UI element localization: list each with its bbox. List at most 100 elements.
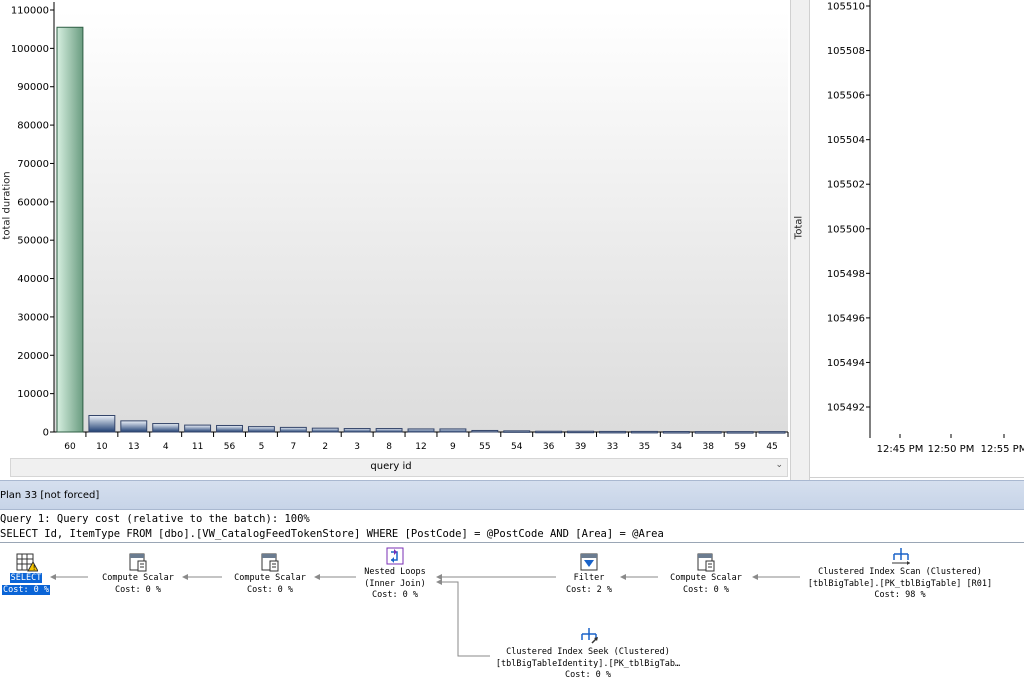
chevron-down-icon[interactable]: ⌄ bbox=[775, 460, 783, 470]
plan-summary-canvas[interactable]: 105492 105494 105496 105498 105500 105502 1055… bbox=[810, 0, 1024, 478]
svg-text:!: ! bbox=[32, 564, 36, 572]
y-tick-label: 105494 bbox=[827, 358, 865, 369]
bar-query-55 bbox=[471, 429, 499, 433]
y-tick-label: 105508 bbox=[827, 46, 865, 57]
bar-query-45 bbox=[758, 431, 786, 434]
y-tick-label: 10000 bbox=[17, 389, 49, 400]
chart-splitter[interactable]: Total bbox=[790, 0, 810, 480]
bar-query-56 bbox=[216, 424, 243, 433]
plan-op-name: SELECT bbox=[9, 573, 43, 583]
bar-query-4 bbox=[152, 423, 180, 433]
top-resource-consumers-chart[interactable]: 0 10000 20000 30000 40000 50000 60000 70000 8000… bbox=[0, 0, 790, 480]
plan-op-name: Nested Loops bbox=[364, 567, 426, 577]
query-cost-line: Query 1: Query cost (relative to the bat… bbox=[0, 513, 310, 525]
bar-query-3 bbox=[343, 428, 371, 433]
y-tick-label: 100000 bbox=[11, 44, 49, 55]
plan-op-clustered-index-seek[interactable]: Clustered Index Seek (Clustered) [tblBig… bbox=[478, 626, 698, 682]
y-tick-label: 50000 bbox=[17, 236, 49, 247]
plot-background bbox=[54, 10, 788, 432]
y-tick-label: 30000 bbox=[17, 312, 49, 323]
bar-query-38 bbox=[694, 431, 722, 434]
plan-op-cost: Cost: 0 % bbox=[371, 590, 419, 600]
x-tick-label: 36 bbox=[543, 442, 555, 452]
plan-op-name: Compute Scalar bbox=[234, 573, 306, 583]
plan-op-subtitle: [tblBigTableIdentity].[PK_tblBigTab… bbox=[495, 658, 681, 669]
x-tick-label: 12:45 PM bbox=[877, 444, 924, 455]
y-tick-label: 40000 bbox=[17, 274, 49, 285]
plan-op-subtitle: (Inner Join) bbox=[364, 578, 426, 589]
plan-op-clustered-index-scan[interactable]: Clustered Index Scan (Clustered) [tblBig… bbox=[792, 546, 1008, 602]
bar-query-12 bbox=[407, 428, 435, 433]
y-tick-label: 105498 bbox=[827, 269, 865, 280]
y-tick-label: 105506 bbox=[827, 91, 865, 102]
bar-query-5 bbox=[247, 426, 275, 433]
plan-op-compute-scalar-1[interactable]: Compute Scalar Cost: 0 % bbox=[92, 552, 184, 596]
x-tick-label: 12:50 PM bbox=[928, 444, 975, 455]
filter-icon bbox=[579, 552, 599, 572]
x-tick-label: 10 bbox=[96, 442, 108, 452]
plan-op-cost: Cost: 0 % bbox=[246, 584, 294, 595]
y-tick-label: 20000 bbox=[17, 351, 49, 362]
x-tick-label: 12:55 PM bbox=[981, 444, 1024, 455]
y-tick-label: 70000 bbox=[17, 159, 49, 170]
plan-op-cost: Cost: 0 % bbox=[114, 584, 162, 595]
y-tick-label: 60000 bbox=[17, 197, 49, 208]
plan-op-select[interactable]: ! SELECT Cost: 0 % bbox=[0, 552, 52, 596]
plan-op-name: Filter bbox=[573, 573, 605, 583]
x-tick-label: 38 bbox=[702, 442, 714, 452]
query-store-window: 0 10000 20000 30000 40000 50000 60000 70000 8000… bbox=[0, 0, 1024, 698]
plan-op-filter[interactable]: Filter Cost: 2 % bbox=[558, 552, 620, 596]
x-tick-label: 12 bbox=[415, 442, 426, 452]
y-tick-label: 105502 bbox=[827, 180, 865, 191]
query-sql-line: SELECT Id, ItemType FROM [dbo].[VW_Catal… bbox=[0, 528, 664, 540]
x-tick-label: 11 bbox=[192, 442, 203, 452]
plan-op-name: Clustered Index Scan (Clustered) bbox=[818, 567, 982, 577]
x-tick-label: 56 bbox=[224, 442, 236, 452]
x-tick-label: 60 bbox=[64, 442, 76, 452]
y-tick-label: 90000 bbox=[17, 82, 49, 93]
bar-chart-canvas[interactable]: 0 10000 20000 30000 40000 50000 60000 70000 8000… bbox=[0, 0, 790, 458]
bar-query-13 bbox=[120, 420, 148, 433]
plan-title: Plan 33 [not forced] bbox=[0, 490, 100, 501]
compute-scalar-icon bbox=[260, 552, 280, 572]
bar-query-59 bbox=[726, 431, 754, 434]
y-tick-label: 0 bbox=[43, 428, 49, 439]
clustered-index-scan-icon bbox=[890, 546, 910, 566]
x-tick-label: 9 bbox=[450, 442, 456, 452]
bar-query-7 bbox=[279, 426, 307, 433]
plan-summary-chart[interactable]: 105492 105494 105496 105498 105500 105502 1055… bbox=[810, 0, 1024, 478]
plan-op-name: Compute Scalar bbox=[670, 573, 742, 583]
x-tick-label: 59 bbox=[734, 442, 746, 452]
plan-op-cost: Cost: 98 % bbox=[874, 590, 926, 600]
x-tick-label: 7 bbox=[290, 442, 296, 452]
execution-plan-canvas[interactable]: ! SELECT Cost: 0 % Compute Scalar Cost: … bbox=[0, 544, 1024, 698]
bar-query-11 bbox=[184, 424, 212, 433]
compute-scalar-icon bbox=[128, 552, 148, 572]
y-tick-label: 80000 bbox=[17, 121, 49, 132]
plan-op-nested-loops[interactable]: Nested Loops (Inner Join) Cost: 0 % bbox=[352, 546, 438, 602]
bar-query-39 bbox=[567, 430, 595, 434]
x-tick-label: 45 bbox=[766, 442, 777, 452]
x-tick-label: 39 bbox=[575, 442, 587, 452]
x-axis-label: query id bbox=[370, 461, 412, 472]
x-tick-label: 35 bbox=[639, 442, 650, 452]
x-axis-metric-selector[interactable]: query id ⌄ bbox=[10, 458, 788, 477]
clustered-index-seek-icon bbox=[578, 626, 598, 646]
y-tick-label: 105500 bbox=[827, 224, 865, 235]
plan-header-bar: Plan 33 [not forced] bbox=[0, 480, 1024, 510]
x-tick-label: 2 bbox=[322, 442, 328, 452]
x-tick-label: 34 bbox=[671, 442, 683, 452]
bar-query-35 bbox=[630, 430, 658, 434]
bar-query-54 bbox=[503, 430, 531, 433]
plan-op-compute-scalar-2[interactable]: Compute Scalar Cost: 0 % bbox=[224, 552, 316, 596]
x-tick-label: 5 bbox=[259, 442, 265, 452]
y-tick-label: 105496 bbox=[827, 313, 865, 324]
plan-op-compute-scalar-3[interactable]: Compute Scalar Cost: 0 % bbox=[660, 552, 752, 596]
compute-scalar-icon bbox=[696, 552, 716, 572]
bar-query-9 bbox=[439, 428, 467, 433]
x-tick-label: 3 bbox=[354, 442, 360, 452]
x-tick-label: 33 bbox=[607, 442, 618, 452]
plan-op-cost: Cost: 0 % bbox=[564, 670, 612, 680]
x-tick-label: 8 bbox=[386, 442, 392, 452]
plan-op-subtitle: [tblBigTable].[PK_tblBigTable] [R01] bbox=[807, 578, 993, 589]
